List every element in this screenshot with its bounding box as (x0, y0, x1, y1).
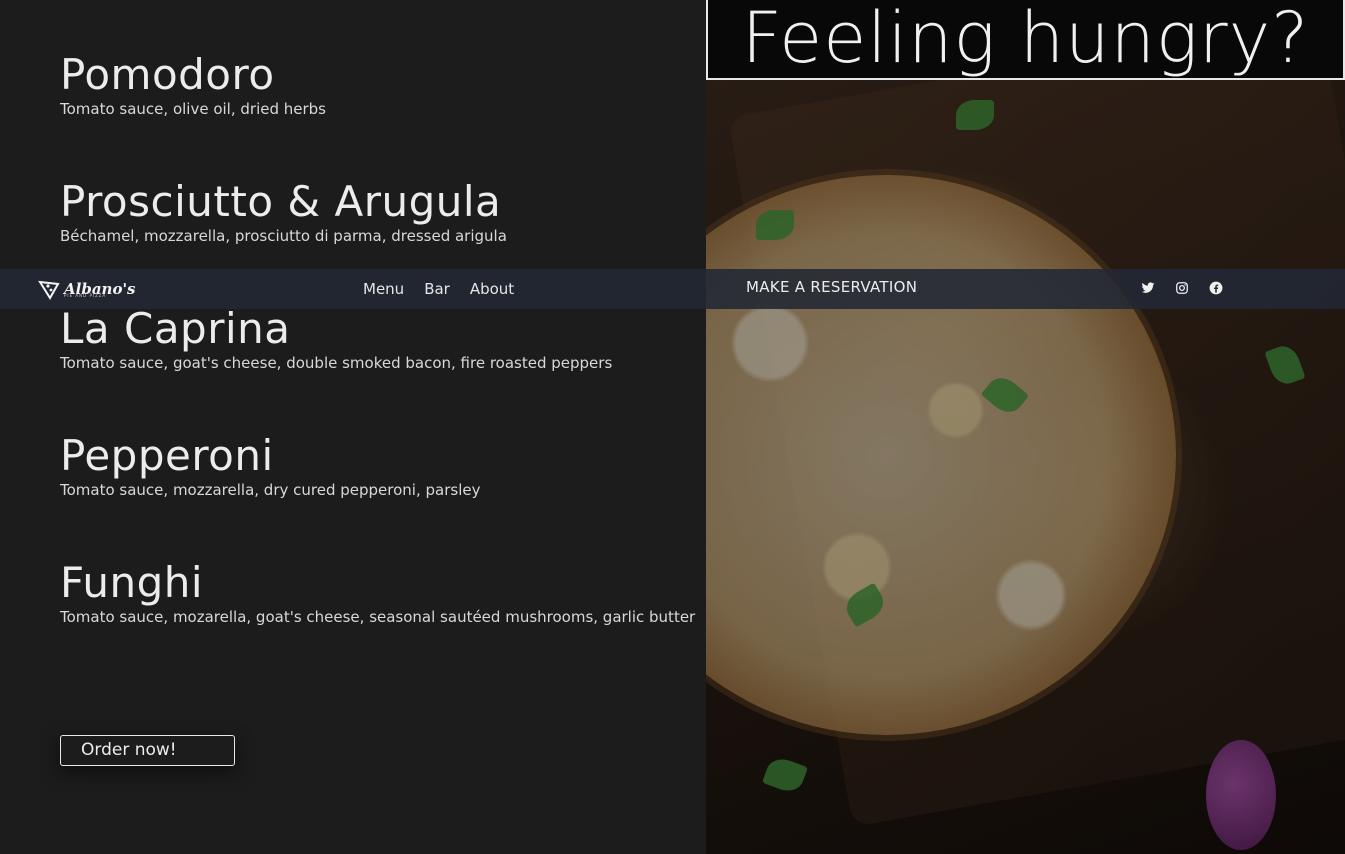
menu-item-la-caprina: La Caprina Tomato sauce, goat's cheese, … (60, 304, 613, 373)
make-reservation-link[interactable]: MAKE A RESERVATION (746, 269, 917, 305)
menu-panel: Pomodoro Tomato sauce, olive oil, dried … (0, 0, 706, 854)
nav-link-about[interactable]: About (470, 271, 514, 307)
menu-item-name: Pepperoni (60, 431, 274, 480)
logo[interactable]: Albano's PIE AND PIZZA (38, 277, 136, 301)
menu-item-description: Béchamel, mozzarella, prosciutto di parm… (60, 227, 507, 245)
navbar: Albano's PIE AND PIZZA Menu Bar About MA… (0, 269, 1345, 309)
nav-link-menu[interactable]: Menu (363, 271, 404, 307)
order-now-button[interactable]: Order now! (60, 735, 235, 766)
menu-item-description: Tomato sauce, goat's cheese, double smok… (60, 354, 613, 372)
social-links (1140, 280, 1224, 296)
hero-overlay (706, 0, 1345, 854)
menu-item-description: Tomato sauce, mozzarella, dry cured pepp… (60, 481, 481, 499)
facebook-icon[interactable] (1208, 280, 1224, 296)
menu-item-prosciutto-arugula: Prosciutto & Arugula Béchamel, mozzarell… (60, 177, 507, 246)
instagram-icon[interactable] (1174, 280, 1190, 296)
menu-item-funghi: Funghi Tomato sauce, mozarella, goat's c… (60, 558, 696, 627)
menu-item-description: Tomato sauce, olive oil, dried herbs (60, 100, 326, 118)
menu-item-name: Funghi (60, 558, 204, 607)
menu-item-pomodoro: Pomodoro Tomato sauce, olive oil, dried … (60, 50, 326, 119)
menu-item-name: Prosciutto & Arugula (60, 177, 502, 226)
pizza-slice-icon (38, 280, 60, 300)
hero-title: Feeling hungry? (706, 0, 1345, 80)
twitter-icon[interactable] (1140, 280, 1156, 296)
hero-pizza-image (706, 0, 1345, 854)
menu-item-name: Pomodoro (60, 50, 275, 99)
nav-link-bar[interactable]: Bar (424, 271, 450, 307)
logo-subtext: PIE AND PIZZA (64, 293, 107, 298)
nav-links: Menu Bar About (363, 269, 514, 309)
menu-item-name: La Caprina (60, 304, 291, 353)
menu-item-description: Tomato sauce, mozarella, goat's cheese, … (60, 608, 696, 626)
menu-item-pepperoni: Pepperoni Tomato sauce, mozzarella, dry … (60, 431, 481, 500)
